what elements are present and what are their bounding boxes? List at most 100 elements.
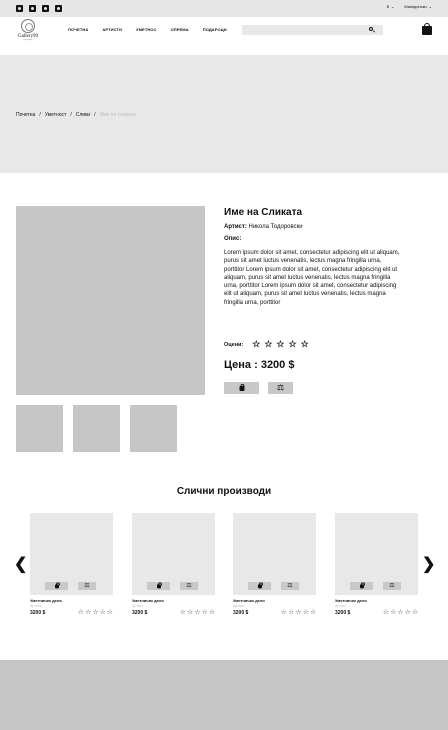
product-card-artist: Артист [132, 604, 144, 608]
star-icon: ☆ [295, 609, 302, 616]
logo[interactable]: Gallery99 art gallery [14, 19, 42, 49]
artist-name[interactable]: Никола Тодоровски [249, 224, 303, 230]
breadcrumb-home[interactable]: Почетна [16, 112, 35, 118]
add-to-cart-button[interactable] [350, 582, 373, 590]
product-card-artist: Артист [233, 604, 245, 608]
social-links [16, 5, 62, 12]
language-select[interactable]: Македонски ⌄ [404, 4, 432, 9]
instagram-icon[interactable] [16, 5, 23, 12]
breadcrumb-separator: / [70, 112, 72, 118]
product-card[interactable]: ⚖ Уметничко дело Артист 3200 $ ☆ ☆ ☆ ☆ ☆ [233, 513, 316, 616]
carousel-next-icon[interactable]: ❯ [422, 557, 435, 573]
product-price: Цена : 3200 $ [224, 359, 295, 371]
rating-stars[interactable]: ☆ ☆ ☆ ☆ ☆ [252, 340, 308, 349]
product-card-price: 3200 $ [335, 609, 351, 616]
shopping-bag-icon [359, 582, 365, 589]
product-description: Lorem ipsum dolor sit amet, consectetur … [224, 250, 400, 306]
breadcrumb-art[interactable]: Уметност [45, 112, 67, 118]
chevron-down-icon: ⌄ [390, 4, 395, 9]
nav-item-artists[interactable]: АРТИСТИ [102, 27, 122, 32]
product-info: Име на Сликата Артист: Никола Тодоровски… [224, 207, 402, 307]
search-input[interactable] [242, 25, 383, 35]
compare-button[interactable]: ⚖ [281, 582, 299, 590]
add-to-cart-button[interactable] [45, 582, 68, 590]
product-card-image[interactable]: ⚖ [132, 513, 215, 595]
rating-row: Оцени: ☆ ☆ ☆ ☆ ☆ [224, 340, 309, 349]
site-footer [0, 660, 448, 730]
artist-row: Артист: Никола Тодоровски [224, 224, 402, 230]
language-value: Македонски [404, 4, 427, 9]
youtube-icon[interactable] [55, 5, 62, 12]
compare-button[interactable]: ⚖ [383, 582, 401, 590]
add-to-cart-button[interactable] [224, 382, 259, 394]
facebook-icon[interactable] [29, 5, 36, 12]
shopping-bag-icon [257, 582, 263, 589]
shopping-bag-icon [156, 582, 162, 589]
add-to-cart-button[interactable] [147, 582, 170, 590]
compare-button[interactable]: ⚖ [180, 582, 198, 590]
product-card-footer: 3200 $ ☆ ☆ ☆ ☆ ☆ [335, 609, 418, 616]
star-icon[interactable]: ☆ [252, 340, 260, 349]
shopping-bag-icon[interactable] [422, 23, 432, 35]
star-icon: ☆ [412, 609, 418, 616]
scale-icon: ⚖ [186, 583, 192, 589]
product-card-name[interactable]: Уметничко дело [233, 598, 316, 603]
product-card-stars: ☆ ☆ ☆ ☆ ☆ [78, 609, 113, 616]
nav-item-art[interactable]: УМЕТНОС [136, 27, 157, 32]
page-banner: Почетна / Уметност / Слики / Име на слик… [0, 55, 448, 173]
main-nav: ПОЧЕТНА АРТИСТИ УМЕТНОС ОПРЕМА ПОДАРОЦИ [68, 27, 241, 32]
star-icon[interactable]: ☆ [289, 340, 297, 349]
shopping-bag-icon [54, 582, 60, 589]
star-icon: ☆ [302, 609, 309, 616]
product-main-image[interactable] [16, 206, 205, 395]
product-card-footer: 3200 $ ☆ ☆ ☆ ☆ ☆ [132, 609, 215, 616]
nav-item-gifts[interactable]: ПОДАРОЦИ [203, 27, 227, 32]
add-to-cart-button[interactable] [248, 582, 271, 590]
search-icon[interactable] [369, 27, 373, 31]
top-bar: $ ⌄ Македонски ⌄ [0, 0, 448, 17]
star-icon: ☆ [107, 609, 113, 616]
product-card-stars: ☆ ☆ ☆ ☆ ☆ [383, 609, 418, 616]
chevron-down-icon: ⌄ [428, 4, 432, 9]
product-thumbnail[interactable] [73, 405, 120, 452]
star-icon: ☆ [92, 609, 99, 616]
twitter-icon[interactable] [42, 5, 49, 12]
star-icon: ☆ [280, 609, 287, 616]
product-card-image[interactable]: ⚖ [335, 513, 418, 595]
star-icon: ☆ [201, 609, 208, 616]
product-card-image[interactable]: ⚖ [30, 513, 113, 595]
star-icon[interactable]: ☆ [301, 340, 309, 349]
compare-button[interactable]: ⚖ [78, 582, 96, 590]
topbar-selectors: $ ⌄ Македонски ⌄ [387, 4, 432, 9]
star-icon: ☆ [390, 609, 397, 616]
star-icon: ☆ [310, 609, 316, 616]
nav-item-home[interactable]: ПОЧЕТНА [68, 27, 88, 32]
carousel-prev-icon[interactable]: ❮ [14, 557, 27, 573]
product-card-price: 3200 $ [233, 609, 249, 616]
product-card-name[interactable]: Уметничко дело [335, 598, 418, 603]
star-icon: ☆ [397, 609, 404, 616]
star-icon: ☆ [209, 609, 215, 616]
artist-label: Артист: [224, 224, 247, 230]
shopping-bag-icon [239, 384, 244, 391]
star-icon: ☆ [187, 609, 194, 616]
logo-subtitle: art gallery [23, 39, 33, 41]
currency-select[interactable]: $ ⌄ [387, 4, 395, 9]
product-card-name[interactable]: Уметничко дело [132, 598, 215, 603]
star-icon: ☆ [288, 609, 295, 616]
product-card[interactable]: ⚖ Уметничко дело Артист 3200 $ ☆ ☆ ☆ ☆ ☆ [30, 513, 113, 616]
product-card-image[interactable]: ⚖ [233, 513, 316, 595]
star-icon: ☆ [404, 609, 411, 616]
product-thumbnail[interactable] [16, 405, 63, 452]
star-icon[interactable]: ☆ [276, 340, 284, 349]
product-card[interactable]: ⚖ Уметничко дело Артист 3200 $ ☆ ☆ ☆ ☆ ☆ [335, 513, 418, 616]
product-card-stars: ☆ ☆ ☆ ☆ ☆ [281, 609, 316, 616]
product-card[interactable]: ⚖ Уметничко дело Артист 3200 $ ☆ ☆ ☆ ☆ ☆ [132, 513, 215, 616]
scale-icon: ⚖ [276, 383, 285, 392]
star-icon[interactable]: ☆ [264, 340, 272, 349]
product-thumbnail[interactable] [130, 405, 177, 452]
breadcrumb-paintings[interactable]: Слики [76, 112, 90, 118]
compare-button[interactable]: ⚖ [268, 382, 293, 394]
nav-item-equipment[interactable]: ОПРЕМА [171, 27, 189, 32]
product-card-name[interactable]: Уметничко дело [30, 598, 113, 603]
